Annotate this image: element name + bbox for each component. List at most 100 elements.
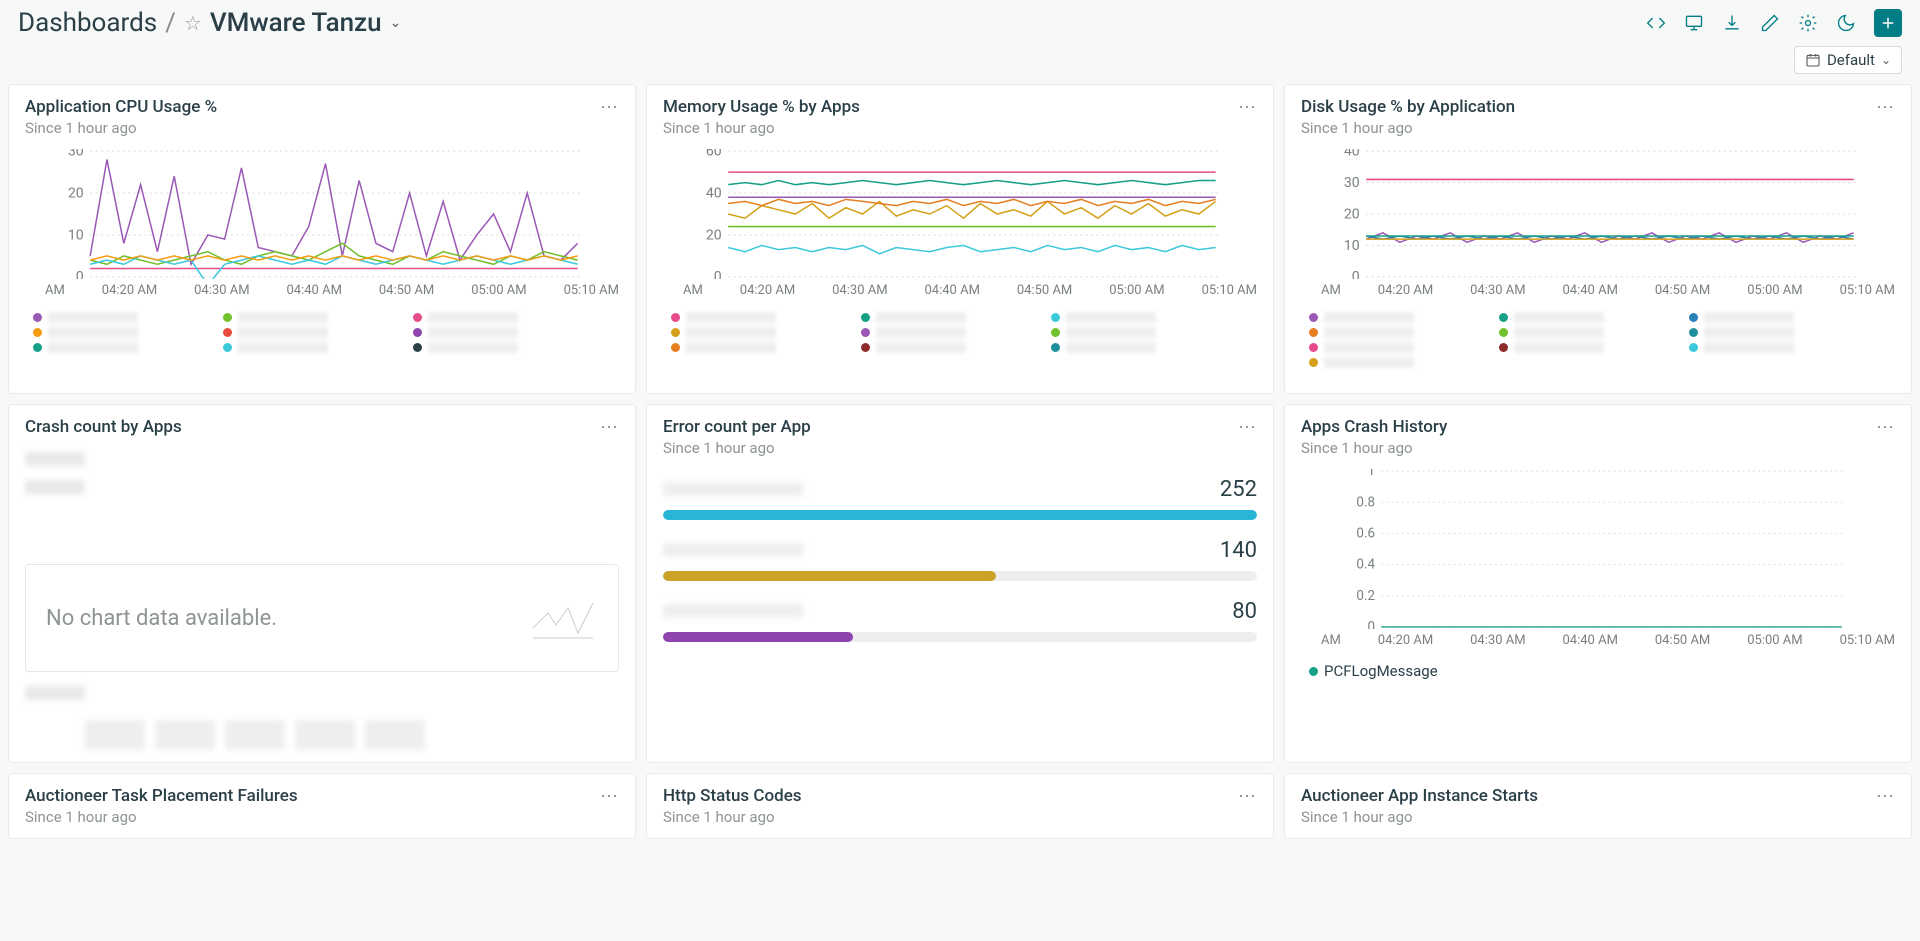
panel-menu-icon[interactable]: ⋯ [1238,97,1257,118]
breadcrumb-root[interactable]: Dashboards [18,8,157,38]
legend-item[interactable] [1051,312,1201,323]
legend-item[interactable] [671,327,821,338]
legend-item[interactable] [33,342,183,353]
legend-item[interactable] [413,342,563,353]
legend-label [48,342,138,353]
legend-item[interactable] [1499,342,1649,353]
panel-disk: Disk Usage % by Application Since 1 hour… [1284,84,1912,394]
legend-label [1324,327,1414,338]
panel-memory: Memory Usage % by Apps Since 1 hour ago … [646,84,1274,394]
star-icon[interactable]: ☆ [184,11,202,35]
svg-text:0: 0 [1352,269,1360,279]
legend-item[interactable] [861,312,1011,323]
chevron-down-icon[interactable]: ⌄ [390,15,402,31]
legend-item[interactable] [33,312,183,323]
panel-errors: Error count per App Since 1 hour ago ⋯ 2… [646,404,1274,763]
legend-label [238,312,328,323]
panel-title: Auctioneer Task Placement Failures [25,786,298,806]
legend-dot [1309,328,1318,337]
panel-subtitle: Since 1 hour ago [663,119,860,137]
panel-menu-icon[interactable]: ⋯ [600,417,619,438]
bar-fill [663,571,996,581]
panel-menu-icon[interactable]: ⋯ [1238,417,1257,438]
svg-text:20: 20 [68,185,84,201]
legend [663,312,1257,353]
download-icon[interactable] [1722,13,1742,33]
panel-auctioneer-failures: Auctioneer Task Placement Failures Since… [8,773,636,839]
legend-item[interactable] [223,327,373,338]
legend-item[interactable] [861,342,1011,353]
panel-menu-icon[interactable]: ⋯ [1876,97,1895,118]
legend-dot [223,328,232,337]
panel-menu-icon[interactable]: ⋯ [1238,786,1257,807]
legend-item[interactable] [671,312,821,323]
svg-text:0: 0 [714,269,722,279]
svg-text:1: 1 [1367,469,1375,479]
legend-item[interactable] [1051,342,1201,353]
breadcrumb-separator: / [165,8,176,38]
legend-label [1514,342,1604,353]
legend-dot [1309,358,1318,367]
legend-dot [861,328,870,337]
legend-item[interactable] [1499,327,1649,338]
legend-dot [223,313,232,322]
svg-text:0: 0 [76,269,84,279]
chart-disk: 010203040 [1301,149,1895,279]
panel-crash-history: Apps Crash History Since 1 hour ago ⋯ 00… [1284,404,1912,763]
edit-icon[interactable] [1760,13,1780,33]
legend-label [1704,342,1794,353]
panel-menu-icon[interactable]: ⋯ [600,97,619,118]
timerange-label: Default [1827,51,1875,69]
legend-item[interactable] [1309,357,1459,368]
bar-track [663,571,1257,581]
chart-memory: 0204060 [663,149,1257,279]
legend-item[interactable] [1309,327,1459,338]
legend-item[interactable] [413,327,563,338]
legend-item[interactable] [1051,327,1201,338]
svg-text:60: 60 [706,149,722,160]
svg-text:10: 10 [1344,238,1360,254]
legend-item[interactable] [223,312,373,323]
panel-title: Application CPU Usage % [25,97,217,117]
legend-dot [1499,313,1508,322]
legend-item[interactable] [1689,327,1839,338]
svg-text:40: 40 [1344,149,1360,160]
legend-item[interactable] [671,342,821,353]
error-bars: 252 140 80 [663,477,1257,642]
bar-value: 80 [1232,599,1257,624]
legend-dot [1051,343,1060,352]
legend-item[interactable] [1309,312,1459,323]
panel-menu-icon[interactable]: ⋯ [600,786,619,807]
legend-item[interactable] [413,312,563,323]
legend-item[interactable] [1499,312,1649,323]
error-bar-row: 80 [663,599,1257,642]
add-button[interactable] [1874,9,1902,37]
legend-item[interactable] [223,342,373,353]
svg-text:20: 20 [706,227,722,243]
monitor-icon[interactable] [1684,13,1704,33]
panel-subtitle: Since 1 hour ago [663,439,811,457]
legend-label [876,327,966,338]
legend-label [1066,327,1156,338]
panel-title: Memory Usage % by Apps [663,97,860,117]
timerange-picker[interactable]: Default ⌄ [1794,46,1902,74]
legend-label [48,312,138,323]
legend-item[interactable] [33,327,183,338]
panel-subtitle: Since 1 hour ago [1301,439,1447,457]
code-icon[interactable] [1646,13,1666,33]
legend-item[interactable] [1309,342,1459,353]
legend-dot [861,313,870,322]
page-title[interactable]: VMware Tanzu [210,8,382,38]
panel-menu-icon[interactable]: ⋯ [1876,417,1895,438]
legend-label [1324,312,1414,323]
panel-menu-icon[interactable]: ⋯ [1876,786,1895,807]
legend-dot [671,328,680,337]
legend-item[interactable] [1689,312,1839,323]
legend-label [1704,327,1794,338]
moon-icon[interactable] [1836,13,1856,33]
header: Dashboards / ☆ VMware Tanzu ⌄ [0,0,1920,42]
legend-item[interactable] [1689,342,1839,353]
legend-item[interactable] [861,327,1011,338]
gear-icon[interactable] [1798,13,1818,33]
panel-subtitle: Since 1 hour ago [25,808,298,826]
